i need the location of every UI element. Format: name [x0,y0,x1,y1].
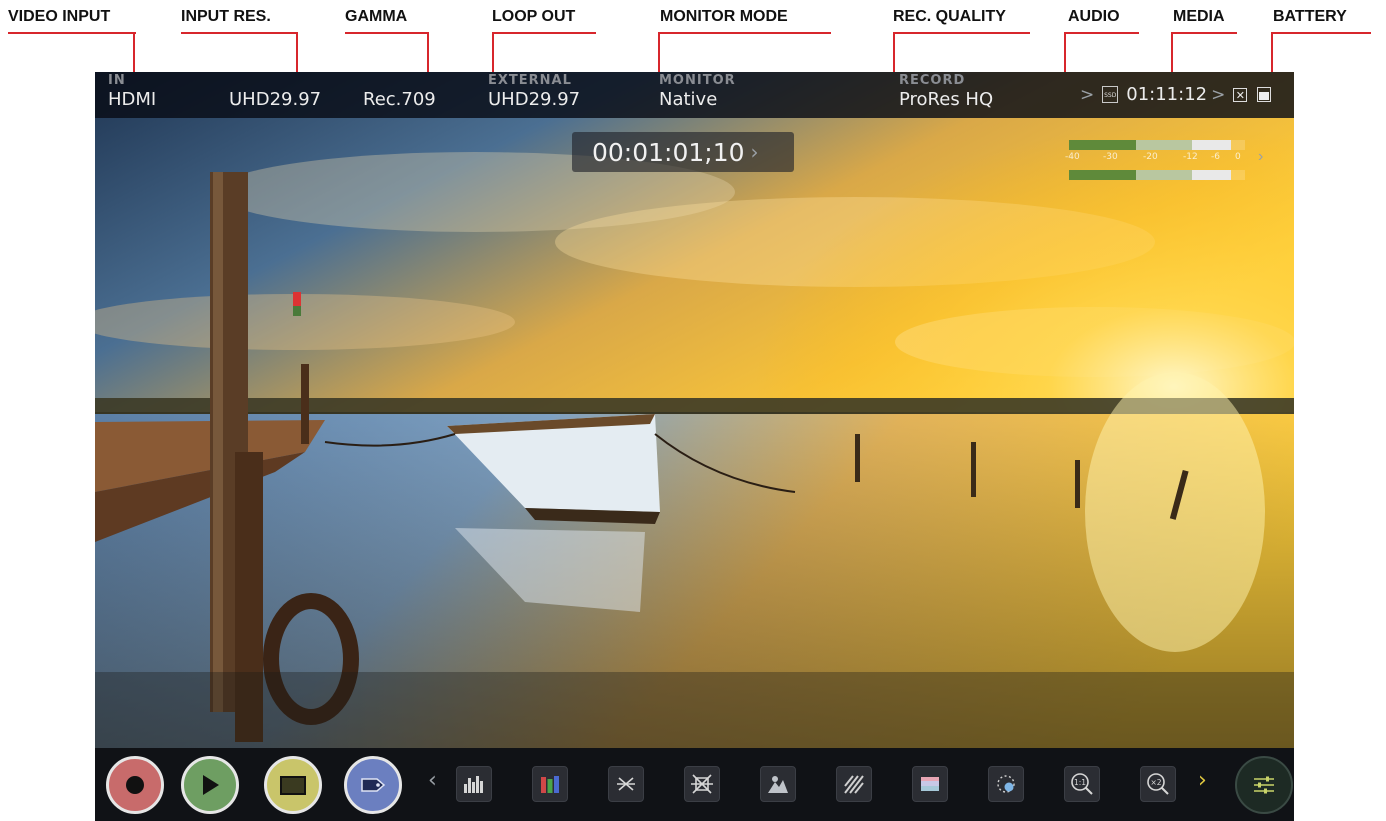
callout-label: AUDIO [1068,8,1120,25]
chevron-right-icon: > [1211,84,1226,105]
monitor-header: MONITOR [659,73,736,88]
vectorscope-icon [617,777,635,791]
battery-icon[interactable] [1257,87,1272,102]
zoom-2x-tool-button[interactable]: ×2 [1140,766,1176,802]
zoom-1to1-label: 1:1 [1074,778,1086,787]
play-icon [203,775,219,795]
external-value: UHD29.97 [488,89,581,110]
record-button[interactable] [106,756,164,814]
audio-meter-channel-1 [1069,140,1245,150]
timecode-display[interactable]: 00:01:01;10 › [572,132,794,172]
scale-label: -20 [1143,152,1158,162]
zoom-2x-label: ×2 [1150,778,1161,787]
scale-label: -12 [1183,152,1198,162]
focus-peaking-icon [997,775,1015,793]
vectorscope-large-icon [691,774,713,794]
timecode-value: 00:01:01;10 [592,137,745,167]
monitor-button[interactable] [264,756,322,814]
external-header: EXTERNAL [488,73,572,88]
monitor-value: Native [659,89,718,110]
chevron-right-icon: › [750,140,759,164]
zoom-1to1-tool-button[interactable]: 1:1 [1064,766,1100,802]
scale-label: -40 [1065,152,1080,162]
scale-label: -6 [1211,152,1220,162]
chevron-right-icon: > [1080,84,1095,105]
callout-label: MONITOR MODE [660,8,788,25]
audio-meter[interactable]: -40 -30 -20 -12 -6 0 › [1065,136,1275,182]
media-time-remaining: 01:11:12 [1126,84,1208,105]
input-value: HDMI [108,89,157,110]
lut-icon [921,777,939,791]
status-bar: IN HDMI UHD29.97 Rec.709 EXTERNAL UHD29.… [95,72,1294,118]
play-button[interactable] [181,756,239,814]
tag-button[interactable] [344,756,402,814]
tag-icon [361,778,386,792]
media-indicator[interactable]: > SSD 01:11:12 > ✕ [1080,84,1272,105]
lut-tool-button[interactable] [912,766,948,802]
disconnect-icon: ✕ [1233,87,1248,102]
audio-meter-channel-2 [1069,170,1245,180]
bottom-toolbar: ‹ 1:1 ×2 › [95,748,1294,821]
focus-peaking-tool-button[interactable] [988,766,1024,802]
settings-button[interactable] [1235,756,1293,814]
gamma-value: Rec.709 [363,89,436,110]
resolution-value: UHD29.97 [229,89,322,110]
ssd-icon: SSD [1102,86,1119,103]
chevron-right-icon[interactable]: › [1198,768,1207,793]
zebra-tool-button[interactable] [836,766,872,802]
rgb-parade-tool-button[interactable] [532,766,568,802]
record-header: RECORD [899,73,966,88]
record-value: ProRes HQ [899,89,994,110]
scale-label: -30 [1103,152,1118,162]
record-icon [126,776,144,794]
callout-label: INPUT RES. [181,8,271,25]
callout-label: REC. QUALITY [893,8,1006,25]
zoom-2x-icon: ×2 [1147,773,1169,795]
settings-sliders-icon [1254,776,1274,794]
chevron-right-icon: › [1258,148,1264,165]
rgb-parade-icon [541,776,559,793]
histogram-icon [464,776,483,793]
histogram-tool-button[interactable] [456,766,492,802]
scale-label: 0 [1235,152,1241,162]
scene-image [95,72,1294,821]
zoom-1to1-icon: 1:1 [1071,773,1093,795]
false-color-icon [768,776,788,793]
chevron-left-icon[interactable]: ‹ [428,768,437,793]
vectorscope-tool-button[interactable] [608,766,644,802]
zebra-icon [844,775,864,794]
callout-label: GAMMA [345,8,408,25]
monitor-screen[interactable]: IN HDMI UHD29.97 Rec.709 EXTERNAL UHD29.… [95,72,1294,821]
callout-label: VIDEO INPUT [8,8,111,25]
monitor-screen-icon [280,775,306,795]
false-color-tool-button[interactable] [760,766,796,802]
callout-label: BATTERY [1273,8,1347,25]
vectorscope-zoom-tool-button[interactable] [684,766,720,802]
callout-label: MEDIA [1173,8,1225,25]
input-header: IN [108,73,126,88]
callout-label: LOOP OUT [492,8,576,25]
